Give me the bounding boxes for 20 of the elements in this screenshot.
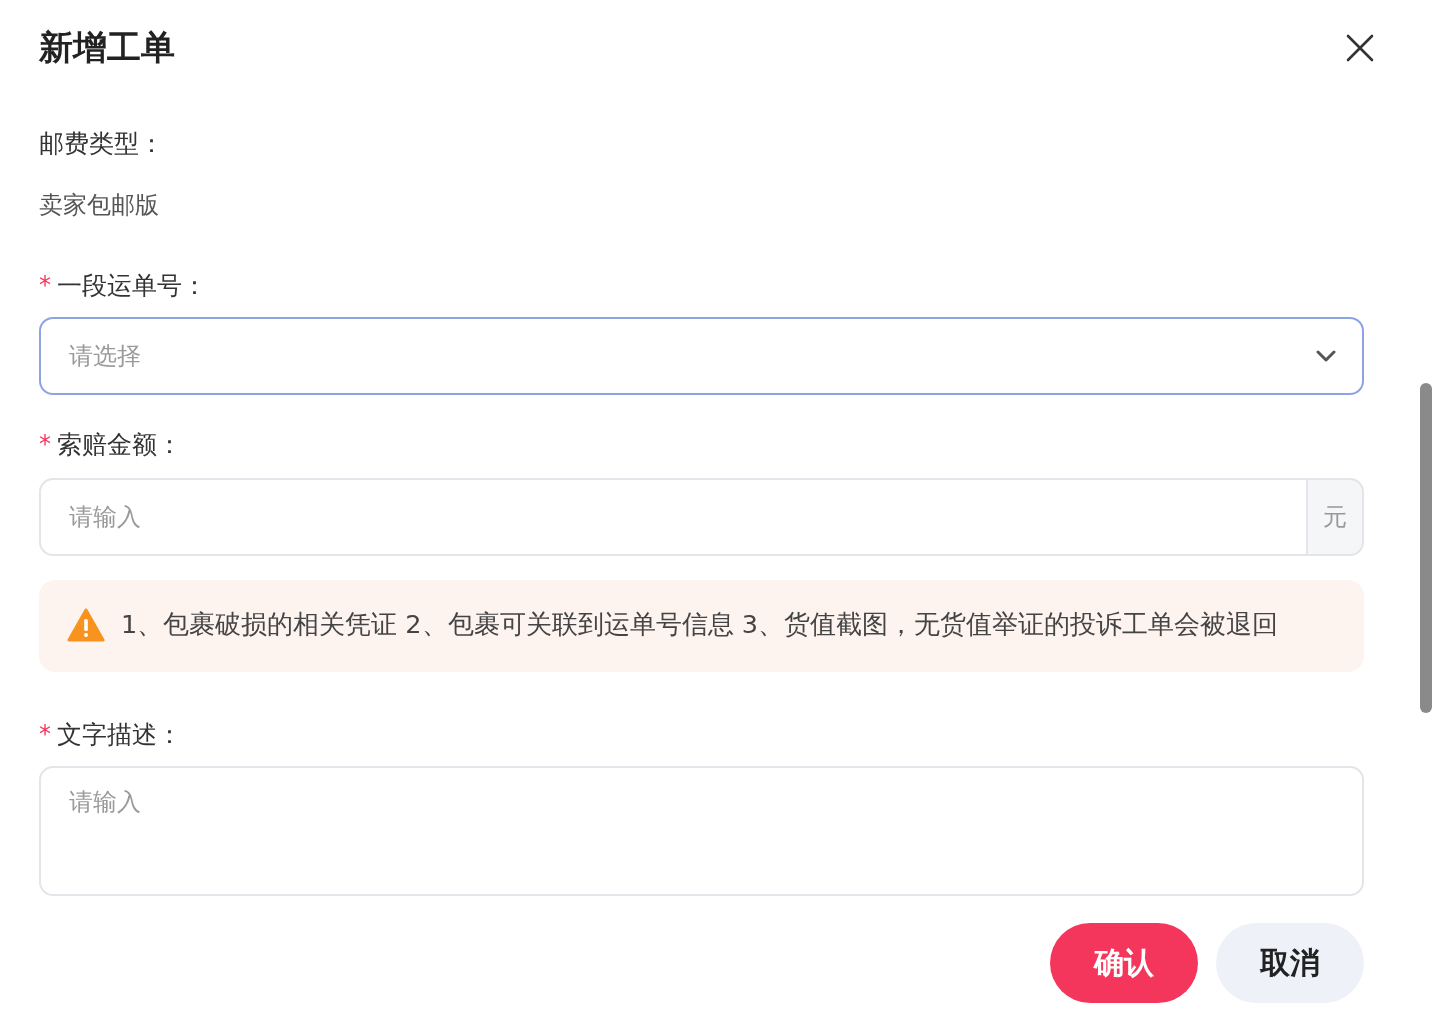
warning-icon [67, 608, 105, 642]
description-field[interactable]: 请输入 [39, 766, 1364, 896]
chevron-down-icon [1316, 350, 1336, 362]
required-mark: * [39, 271, 51, 299]
dialog-title: 新增工单 [39, 25, 175, 69]
confirm-button[interactable]: 确认 [1050, 923, 1198, 1003]
field-label: 邮费类型： [39, 127, 164, 160]
field-label: 文字描述： [57, 718, 182, 751]
currency-suffix: 元 [1306, 478, 1364, 556]
required-mark: * [39, 720, 51, 748]
required-mark: * [39, 430, 51, 458]
select-field[interactable]: 请选择 [39, 317, 1364, 395]
amount-field[interactable]: 请输入 [39, 478, 1306, 556]
close-icon [1346, 33, 1374, 62]
notice-text: 1、包裹破损的相关凭证 2、包裹可关联到运单号信息 3、货值截图，无货值举证的投诉工单会被退回 [121, 608, 1278, 641]
scrollbar-thumb[interactable] [1420, 383, 1432, 713]
field-label: 一段运单号： [57, 269, 207, 302]
field-value: 卖家包邮版 [39, 190, 160, 221]
field-label: 索赔金额： [57, 428, 182, 461]
cancel-button[interactable]: 取消 [1216, 923, 1364, 1003]
